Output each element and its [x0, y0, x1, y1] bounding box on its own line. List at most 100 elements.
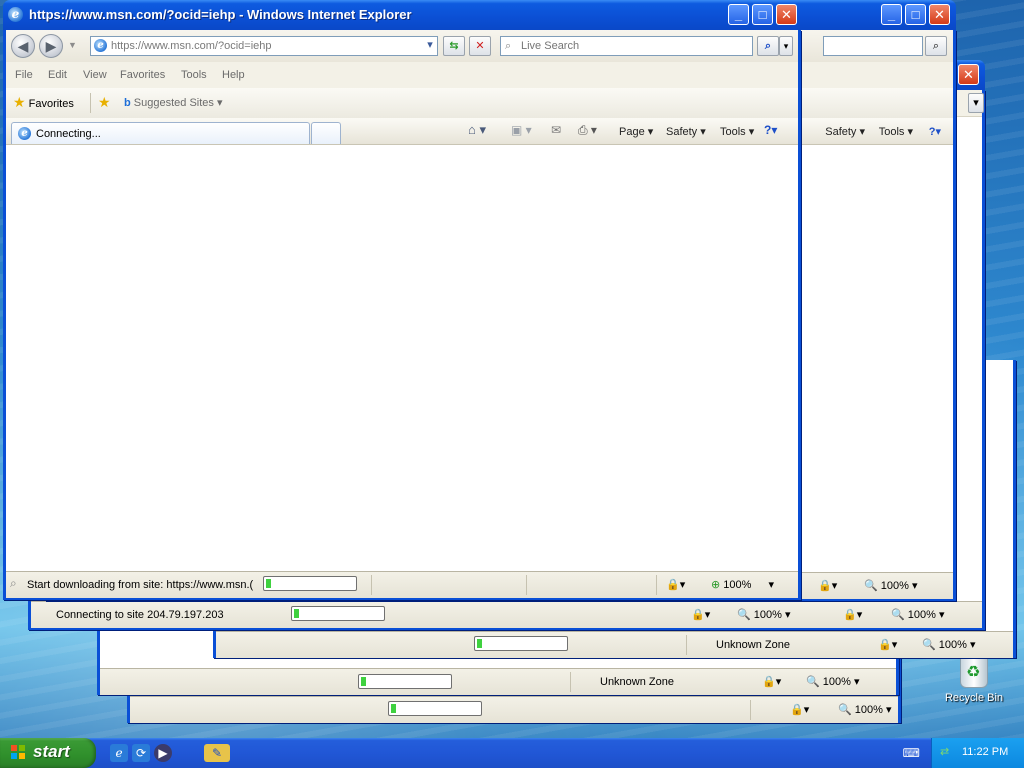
protected-mode-icon[interactable]: 🔒▾: [878, 638, 897, 651]
close-button[interactable]: ✕: [776, 4, 797, 25]
progress-bar: [358, 674, 452, 689]
help-icon[interactable]: ?▾: [929, 125, 941, 138]
stop-button[interactable]: ✕: [469, 36, 491, 56]
security-zone: Unknown Zone: [716, 639, 790, 651]
recycle-bin[interactable]: Recycle Bin: [944, 656, 1004, 704]
ie-main-window[interactable]: e https://www.msn.com/?ocid=iehp - Windo…: [3, 0, 801, 600]
tools-menu[interactable]: Tools ▾: [720, 125, 754, 138]
recycle-bin-icon: [960, 656, 988, 688]
progress-bar: [474, 636, 568, 651]
progress-bar: [263, 576, 357, 591]
minimize-button[interactable]: _: [881, 4, 902, 25]
menu-help[interactable]: Help: [222, 69, 245, 81]
menu-file[interactable]: File: [15, 69, 33, 81]
window-title: https://www.msn.com/?ocid=iehp - Windows…: [29, 7, 412, 22]
menu-favorites[interactable]: Favorites: [120, 69, 165, 81]
taskbar-ie-group-button[interactable]: ✎: [204, 744, 230, 762]
system-tray: ⇄ 11:22 PM: [931, 738, 1024, 768]
tab-loading-icon: e: [18, 127, 31, 140]
forward-button[interactable]: ▶: [39, 34, 63, 58]
ie-logo-icon: e: [8, 7, 23, 22]
search-provider-icon: ⌕: [505, 40, 512, 52]
address-value[interactable]: [111, 40, 437, 52]
zoom-level[interactable]: 🔍 100% ▾: [864, 579, 917, 592]
page-icon: e: [94, 39, 107, 52]
progress-bar: [388, 701, 482, 716]
protected-mode-icon[interactable]: 🔒▾: [691, 608, 710, 621]
security-zone: Unknown Zone: [600, 676, 674, 688]
command-bar: e Connecting... ⌂ ▾ ▣ ▾ ✉ ⎙ ▾ Page ▾ Saf…: [6, 118, 798, 145]
zoom-level[interactable]: 🔍 100% ▾: [838, 703, 891, 716]
close-button[interactable]: ✕: [929, 4, 950, 25]
tab-title: Connecting...: [36, 128, 101, 140]
read-mail-icon[interactable]: ✉: [551, 123, 561, 137]
help-icon[interactable]: ?▾: [764, 123, 777, 137]
start-label: start: [33, 742, 70, 761]
menu-tools[interactable]: Tools: [181, 69, 207, 81]
suggested-sites-button[interactable]: b Suggested Sites ▾: [124, 96, 223, 109]
zoom-icon: ⊕: [711, 579, 721, 591]
address-input[interactable]: e: [90, 36, 438, 56]
zoom-dropdown-icon[interactable]: ▾: [768, 579, 774, 591]
maximize-button[interactable]: □: [905, 4, 926, 25]
page-menu[interactable]: Page ▾: [619, 125, 653, 138]
progress-bar: [291, 606, 385, 621]
keyboard-icon[interactable]: ⌨: [903, 746, 920, 760]
protected-mode-icon-2[interactable]: 🔒▾: [843, 608, 862, 621]
protected-mode-icon[interactable]: 🔒▾: [666, 578, 685, 591]
quicklaunch-media-player-icon[interactable]: ▶: [154, 744, 172, 762]
page-content[interactable]: [6, 145, 798, 571]
quicklaunch-desktop-icon[interactable]: ⟳: [132, 744, 150, 762]
protected-mode-icon[interactable]: 🔒▾: [818, 579, 837, 592]
back-button[interactable]: ◀: [11, 34, 35, 58]
taskbar: start e ⟳ ▶ ✎ ⌨ ⇄ 11:22 PM: [0, 738, 1024, 768]
tab-connecting[interactable]: e Connecting...: [11, 122, 310, 144]
feeds-icon[interactable]: ▣ ▾: [511, 123, 532, 137]
search-options-button[interactable]: ▾: [968, 93, 984, 113]
close-button[interactable]: ✕: [958, 64, 979, 85]
home-icon[interactable]: ⌂ ▾: [468, 122, 486, 138]
status-page-icon: ⌕: [10, 576, 17, 590]
print-icon[interactable]: ⎙ ▾: [578, 123, 597, 138]
new-tab-button[interactable]: [311, 122, 341, 144]
recycle-bin-label: Recycle Bin: [944, 692, 1004, 704]
clock[interactable]: 11:22 PM: [962, 746, 1008, 758]
address-dropdown[interactable]: ▾: [422, 36, 438, 56]
protected-mode-icon[interactable]: 🔒▾: [790, 703, 809, 716]
recent-pages-dropdown[interactable]: ▼: [68, 40, 77, 50]
add-to-favorites-bar-icon[interactable]: ★: [98, 94, 111, 111]
favorites-button[interactable]: ★ Favorites: [13, 94, 74, 111]
safety-menu[interactable]: Safety ▾: [666, 125, 706, 138]
quicklaunch-ie-icon[interactable]: e: [110, 744, 128, 762]
bing-icon: b: [124, 97, 131, 109]
start-button[interactable]: start: [0, 738, 96, 768]
zoom-level[interactable]: 🔍 100% ▾: [922, 638, 975, 651]
protected-mode-icon[interactable]: 🔒▾: [762, 675, 781, 688]
favorites-bar: ★ Favorites ★ b Suggested Sites ▾: [6, 88, 798, 119]
tools-menu[interactable]: Tools ▾: [879, 125, 913, 138]
status-bar: ⌕ Start downloading from site: https://w…: [6, 571, 798, 598]
zoom-level-2[interactable]: 🔍 100% ▾: [891, 608, 944, 621]
search-input[interactable]: [823, 36, 923, 56]
status-bar: Unknown Zone 🔒▾ 🔍 100% ▾: [100, 668, 896, 695]
status-text: Connecting to site 204.79.197.203: [56, 609, 224, 621]
address-toolbar: ◀ ▶ ▼ e ▾ ⇆ ✕ ⌕ ⌕ ▾: [6, 30, 798, 63]
zoom-level[interactable]: ⊕ 100% ▾: [711, 578, 774, 591]
search-field[interactable]: [521, 40, 752, 52]
safety-menu[interactable]: Safety ▾: [825, 125, 865, 138]
search-input[interactable]: ⌕: [500, 36, 753, 56]
menu-view[interactable]: View: [83, 69, 107, 81]
minimize-button[interactable]: _: [728, 4, 749, 25]
windows-flag-icon: [11, 745, 25, 759]
search-button[interactable]: ⌕: [925, 36, 947, 56]
title-bar[interactable]: e https://www.msn.com/?ocid=iehp - Windo…: [3, 0, 801, 30]
search-button[interactable]: ⌕: [757, 36, 779, 56]
zoom-level[interactable]: 🔍 100% ▾: [737, 608, 790, 621]
refresh-button[interactable]: ⇆: [443, 36, 465, 56]
network-icon[interactable]: ⇄: [940, 745, 949, 758]
search-options-button[interactable]: ▾: [779, 36, 793, 56]
zoom-level[interactable]: 🔍 100% ▾: [806, 675, 859, 688]
status-text: Start downloading from site: https://www…: [27, 579, 254, 591]
menu-edit[interactable]: Edit: [48, 69, 67, 81]
maximize-button[interactable]: □: [752, 4, 773, 25]
